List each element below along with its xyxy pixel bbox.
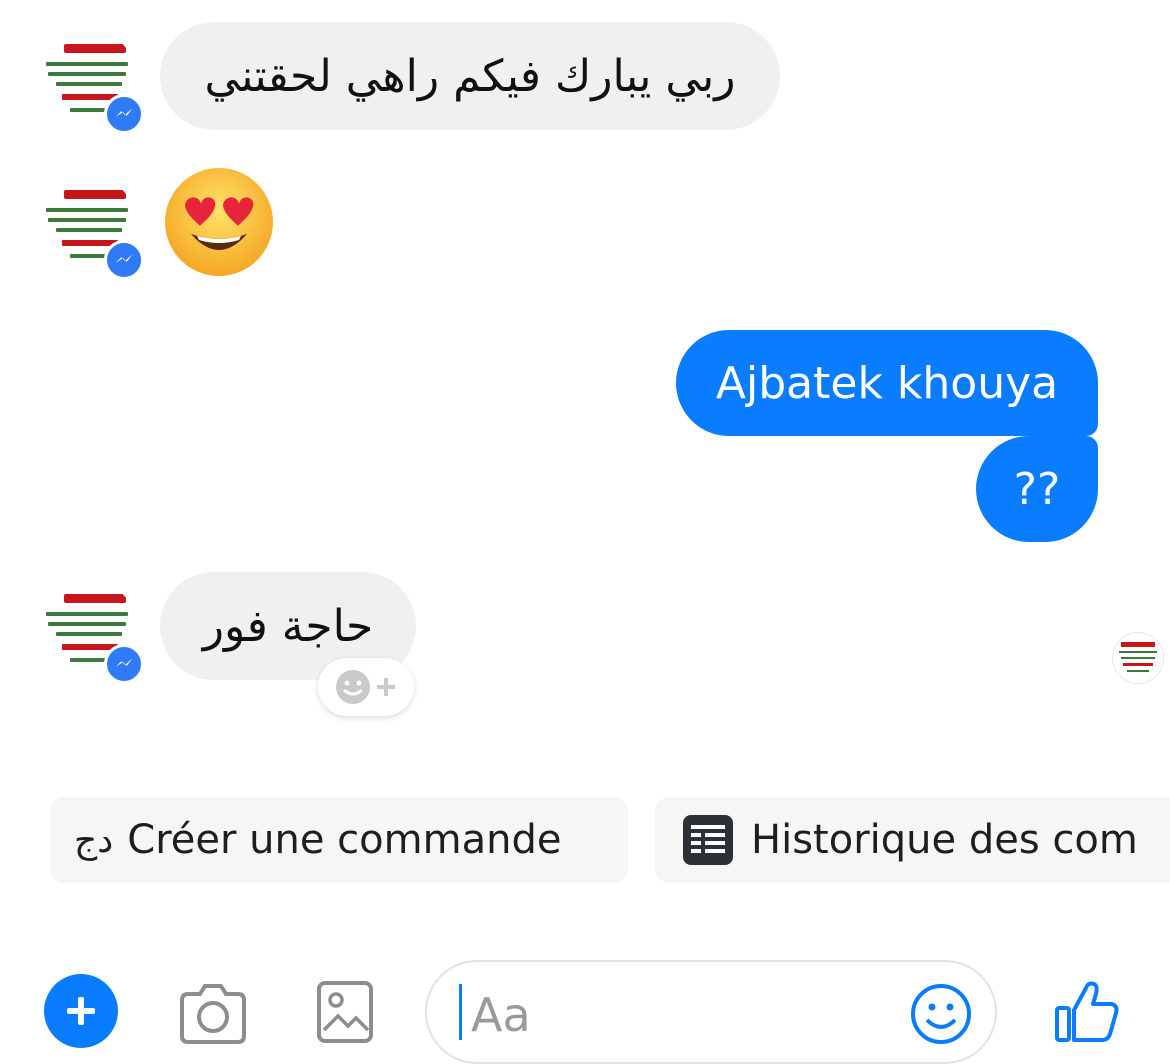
currency-label: دج xyxy=(74,819,114,861)
camera-button[interactable] xyxy=(176,980,250,1046)
message-text: حاجة فور xyxy=(202,600,374,652)
heart-eyes-emoji-icon[interactable] xyxy=(163,166,275,278)
add-more-button[interactable] xyxy=(44,974,118,1048)
emoji-icon xyxy=(911,984,971,1044)
incoming-message[interactable]: ربي يبارك فيكم راهي لحقتني xyxy=(160,22,780,130)
receipt-list-icon xyxy=(681,813,735,867)
like-icon xyxy=(1055,981,1119,1042)
messenger-badge-icon xyxy=(104,240,144,280)
smiley-plus-icon xyxy=(336,670,395,704)
plus-icon xyxy=(67,997,95,1025)
quick-reply-label: Historique des com xyxy=(751,817,1138,863)
messenger-badge-icon xyxy=(104,644,144,684)
outgoing-message[interactable]: ?? xyxy=(976,436,1098,542)
like-button[interactable] xyxy=(1052,976,1122,1046)
message-text: ربي يبارك فيكم راهي لحقتني xyxy=(204,50,736,102)
gallery-button[interactable] xyxy=(316,980,374,1044)
message-text: ?? xyxy=(1013,463,1061,515)
quick-reply-create-order[interactable]: دج Créer une commande xyxy=(50,797,628,883)
quick-reply-order-history[interactable]: Historique des com xyxy=(655,797,1170,883)
add-reaction-button[interactable] xyxy=(318,658,414,716)
emoji-button[interactable] xyxy=(909,982,973,1046)
gallery-icon xyxy=(317,981,373,1043)
outgoing-message[interactable]: Ajbatek khouya xyxy=(676,330,1098,436)
message-text: Ajbatek khouya xyxy=(715,357,1059,409)
message-input[interactable]: Aa xyxy=(425,960,997,1064)
quick-reply-label: Créer une commande xyxy=(127,817,562,863)
camera-icon xyxy=(180,984,246,1044)
seen-receipt-avatar xyxy=(1112,632,1164,684)
message-input-placeholder: Aa xyxy=(471,988,531,1042)
messenger-badge-icon xyxy=(104,94,144,134)
text-caret xyxy=(459,984,462,1040)
